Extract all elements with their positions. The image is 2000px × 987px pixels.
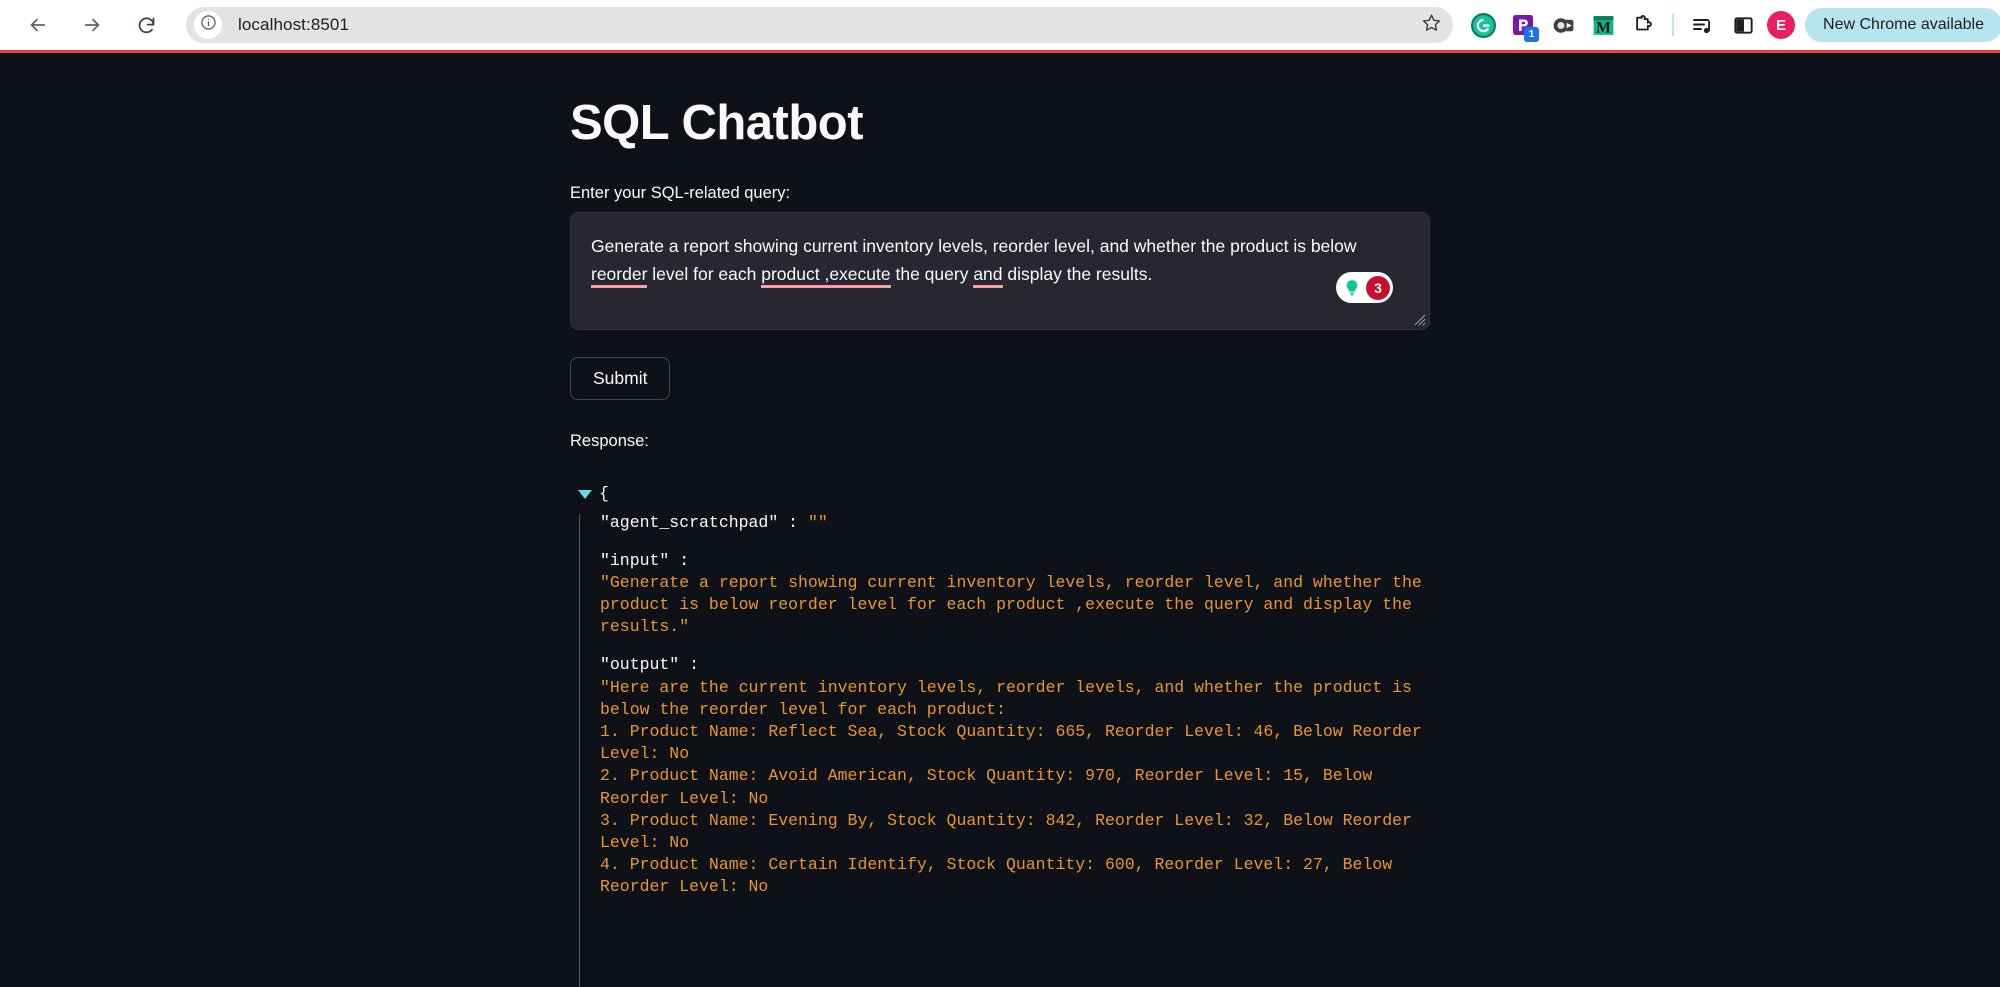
grammar-flag-reorder: reorder [591, 264, 647, 288]
reload-icon [136, 15, 157, 36]
query-seg-b: level for each [647, 264, 761, 284]
json-colon-2: : [679, 551, 689, 570]
query-line-1: Generate a report showing current invent… [591, 236, 1357, 256]
json-entry-agent-scratchpad: "agent_scratchpad" : "" [600, 512, 1430, 534]
purple-extension-icon[interactable]: 1 [1506, 8, 1540, 42]
query-seg-d: the query [891, 264, 974, 284]
arrow-right-icon [81, 14, 103, 36]
query-input[interactable]: Generate a report showing current invent… [570, 212, 1430, 330]
grammar-flag-product-execute: product ,execute [761, 264, 890, 288]
lightbulb-icon [1340, 276, 1364, 300]
page-title: SQL Chatbot [570, 95, 1430, 151]
collapse-triangle-icon[interactable] [578, 490, 592, 499]
json-entry-input: "input" : "Generate a report showing cur… [600, 550, 1430, 639]
json-value-output-items: 1. Product Name: Reflect Sea, Stock Quan… [600, 721, 1430, 899]
site-info-button[interactable] [194, 11, 222, 39]
svg-text:M: M [1596, 19, 1611, 36]
url-text: localhost:8501 [238, 15, 1415, 35]
arrow-left-icon [27, 14, 49, 36]
json-colon-3: : [689, 655, 699, 674]
json-indent-guide [579, 514, 580, 987]
query-input-text: Generate a report showing current invent… [591, 233, 1409, 288]
profile-avatar[interactable]: E [1767, 11, 1795, 39]
side-panel-icon[interactable] [1726, 8, 1760, 42]
back-button[interactable] [18, 5, 58, 45]
star-outline-icon [1422, 13, 1441, 37]
address-bar[interactable]: localhost:8501 [186, 7, 1453, 43]
reload-button[interactable] [126, 5, 166, 45]
video-recorder-extension-icon[interactable] [1546, 8, 1580, 42]
extensions-tray: 1 M [1463, 8, 1988, 42]
grammar-flag-and: and [973, 264, 1002, 288]
medium-extension-icon[interactable]: M [1586, 8, 1620, 42]
json-body: "agent_scratchpad" : "" "input" : "Gener… [578, 512, 1430, 899]
grammarly-issue-count: 3 [1366, 276, 1390, 300]
json-key-output: "output" [600, 655, 679, 674]
query-field-label: Enter your SQL-related query: [570, 184, 1430, 203]
chrome-update-pill[interactable]: New Chrome available [1805, 8, 2000, 42]
json-open-brace: { [599, 483, 609, 505]
json-key-agent-scratchpad: "agent_scratchpad" [600, 513, 778, 532]
query-seg-f: display the results. [1003, 264, 1153, 284]
response-label: Response: [570, 432, 1430, 451]
info-circle-icon [200, 14, 217, 36]
grammarly-extension-icon[interactable] [1466, 8, 1500, 42]
browser-toolbar: localhost:8501 1 [0, 0, 2000, 50]
media-playlist-icon[interactable] [1686, 8, 1720, 42]
json-root-row: { [578, 483, 1430, 505]
json-key-input: "input" [600, 551, 669, 570]
bookmark-button[interactable] [1415, 9, 1447, 41]
extensions-puzzle-icon[interactable] [1626, 8, 1660, 42]
streamlit-app: SQL Chatbot Enter your SQL-related query… [0, 53, 2000, 987]
grammarly-badge[interactable]: 3 [1336, 272, 1393, 303]
resize-grip-icon[interactable] [1412, 312, 1426, 326]
json-value-agent-scratchpad: "" [808, 513, 828, 532]
submit-button[interactable]: Submit [570, 357, 670, 400]
json-entry-output: "output" : "Here are the current invento… [600, 654, 1430, 898]
json-colon-1: : [788, 513, 798, 532]
toolbar-divider [1672, 14, 1674, 36]
json-response-viewer: { "agent_scratchpad" : "" "input" : "Gen… [570, 483, 1430, 898]
json-value-output-intro: "Here are the current inventory levels, … [600, 677, 1430, 721]
forward-button[interactable] [72, 5, 112, 45]
extension-badge-count: 1 [1524, 27, 1539, 42]
json-value-input: "Generate a report showing current inven… [600, 572, 1430, 639]
